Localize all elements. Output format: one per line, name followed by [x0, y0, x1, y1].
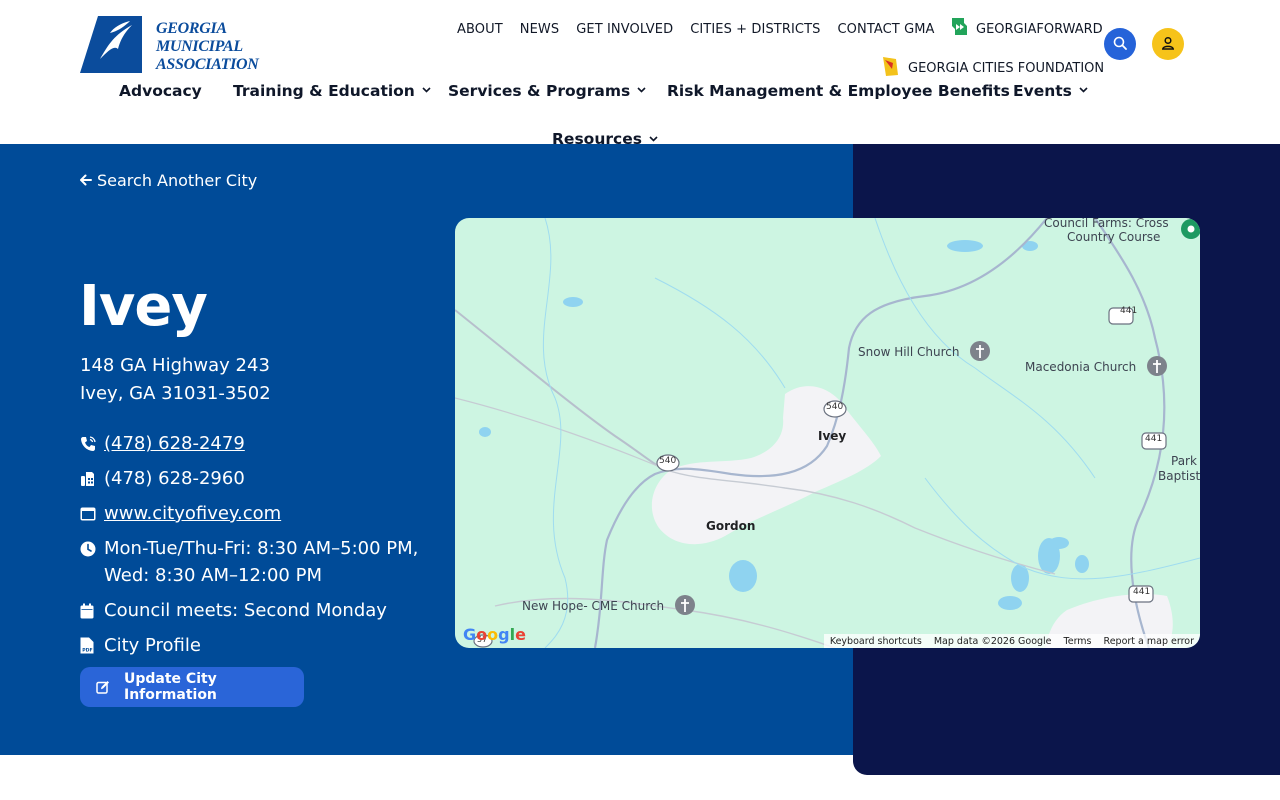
- utility-link-cities-districts[interactable]: CITIES + DISTRICTS: [690, 22, 820, 37]
- utility-link-about[interactable]: ABOUT: [457, 22, 503, 37]
- georgia-cities-foundation-link[interactable]: GEORGIA CITIES FOUNDATION: [880, 55, 1104, 81]
- update-city-information-button[interactable]: Update City Information: [80, 667, 304, 707]
- phone-link[interactable]: (478) 628-2479: [104, 430, 245, 457]
- back-link-label: Search Another City: [97, 171, 258, 190]
- utility-nav: ABOUT NEWS GET INVOLVED CITIES + DISTRIC…: [457, 20, 952, 38]
- map-place-label: Park: [1171, 454, 1197, 468]
- fax-row: (478) 628-2960: [80, 465, 245, 492]
- arrow-left-icon: [79, 171, 92, 190]
- georgia-cities-foundation-icon: [880, 55, 900, 81]
- georgiaforward-label: GEORGIAFORWARD: [976, 21, 1103, 37]
- nav-item-label: Resources: [552, 130, 642, 148]
- calendar-icon: [80, 597, 96, 624]
- hours-text: Mon-Tue/Thu-Fri: 8:30 AM–5:00 PM, Wed: 8…: [104, 538, 419, 586]
- user-icon: [1161, 35, 1175, 54]
- nav-item-label: Advocacy: [119, 82, 202, 100]
- address-line-1: 148 GA Highway 243: [80, 355, 270, 376]
- nav-item-risk-management[interactable]: Risk Management & Employee Benefits: [667, 82, 1010, 100]
- nav-item-events[interactable]: Events: [1013, 82, 1088, 100]
- utility-link-news[interactable]: NEWS: [520, 22, 559, 37]
- logo-line: MUNICIPAL: [156, 38, 243, 55]
- church-pin-icon: [675, 595, 695, 615]
- nav-item-label: Services & Programs: [448, 82, 631, 100]
- nav-item-advocacy[interactable]: Advocacy: [119, 82, 202, 100]
- search-button[interactable]: [1104, 28, 1136, 60]
- gma-logo-text: GEORGIA MUNICIPAL ASSOCIATION: [156, 20, 259, 74]
- council-text: Council meets: Second Monday: [104, 600, 387, 621]
- chevron-down-icon: [422, 85, 431, 96]
- update-button-label: Update City Information: [124, 671, 217, 703]
- nav-item-services-programs[interactable]: Services & Programs: [448, 82, 646, 100]
- account-button[interactable]: [1152, 28, 1184, 60]
- main-nav: Advocacy Training & Education Services &…: [0, 82, 1280, 104]
- website-row: www.cityofivey.com: [80, 500, 281, 527]
- map-footer: Keyboard shortcuts Map data ©2026 Google…: [823, 634, 1200, 648]
- road-shield-label: 540: [659, 456, 677, 466]
- map-place-label: Country Course: [1067, 230, 1161, 244]
- pdf-file-icon: PDF: [80, 632, 96, 659]
- gma-logo-mark: [80, 15, 160, 73]
- map-place-label: Baptist C: [1158, 469, 1200, 483]
- georgiaforward-link[interactable]: GEORGIAFORWARD: [950, 17, 1103, 41]
- google-logo[interactable]: Google: [463, 625, 526, 644]
- fax-icon: [80, 465, 96, 492]
- chevron-down-icon: [649, 134, 658, 145]
- utility-link-get-involved[interactable]: GET INVOLVED: [576, 22, 673, 37]
- road-shield-label: 441: [1120, 306, 1138, 316]
- map-place-label: Macedonia Church: [1025, 360, 1137, 374]
- address-line-2: Ivey, GA 31031-3502: [80, 383, 271, 404]
- nav-item-label: Training & Education: [233, 82, 415, 100]
- council-row: Council meets: Second Monday: [80, 597, 387, 624]
- nav-item-training-education[interactable]: Training & Education: [233, 82, 431, 100]
- road-shield-label: 441: [1133, 587, 1151, 597]
- church-pin-icon: [1147, 356, 1167, 376]
- search-another-city-link[interactable]: Search Another City: [79, 171, 258, 190]
- map-place-label: Council Farms: Cross: [1044, 218, 1169, 230]
- search-icon: [1113, 35, 1127, 54]
- park-pin-icon: [1181, 219, 1200, 239]
- gma-logo[interactable]: GEORGIA MUNICIPAL ASSOCIATION: [80, 14, 259, 74]
- edit-icon: [96, 680, 110, 694]
- map-place-label: New Hope- CME Church: [522, 599, 665, 613]
- road-shield-label: 441: [1145, 434, 1163, 444]
- chevron-down-icon: [1079, 85, 1088, 96]
- chevron-down-icon: [637, 85, 646, 96]
- city-name: Ivey: [79, 274, 208, 339]
- svg-text:PDF: PDF: [82, 647, 92, 653]
- logo-line: GEORGIA: [156, 20, 227, 37]
- nav-item-resources[interactable]: Resources: [552, 130, 658, 148]
- logo-line: ASSOCIATION: [156, 56, 259, 73]
- phone-row: (478) 628-2479: [80, 430, 245, 457]
- nav-item-label: Risk Management & Employee Benefits: [667, 82, 1010, 100]
- terms-link[interactable]: Terms: [1064, 636, 1092, 647]
- georgia-cities-foundation-label: GEORGIA CITIES FOUNDATION: [908, 60, 1105, 76]
- map-town-label: Ivey: [818, 429, 847, 443]
- nav-item-label: Events: [1013, 82, 1072, 100]
- church-pin-icon: [970, 341, 990, 361]
- hours-row: Mon-Tue/Thu-Fri: 8:30 AM–5:00 PM, Wed: 8…: [80, 535, 444, 589]
- phone-icon: [80, 430, 96, 457]
- utility-link-contact-gma[interactable]: CONTACT GMA: [837, 22, 934, 37]
- map-place-label: Snow Hill Church: [858, 345, 960, 359]
- keyboard-shortcuts-link[interactable]: Keyboard shortcuts: [830, 636, 922, 647]
- city-profile-link[interactable]: City Profile: [104, 632, 201, 659]
- fax-number: (478) 628-2960: [104, 468, 245, 489]
- road-shield-label: 540: [826, 402, 844, 412]
- browser-window-icon: [80, 500, 96, 527]
- map-data-attribution: Map data ©2026 Google: [933, 635, 1052, 647]
- georgia-forward-icon: [950, 17, 970, 41]
- report-map-error-link[interactable]: Report a map error: [1104, 636, 1194, 647]
- clock-icon: [80, 535, 96, 562]
- city-map[interactable]: Council Farms: Cross Country Course 441 …: [455, 218, 1200, 648]
- map-town-label: Gordon: [706, 519, 756, 533]
- website-link[interactable]: www.cityofivey.com: [104, 500, 281, 527]
- city-address: 148 GA Highway 243 Ivey, GA 31031-3502: [80, 352, 271, 408]
- profile-row: PDF City Profile: [80, 632, 201, 659]
